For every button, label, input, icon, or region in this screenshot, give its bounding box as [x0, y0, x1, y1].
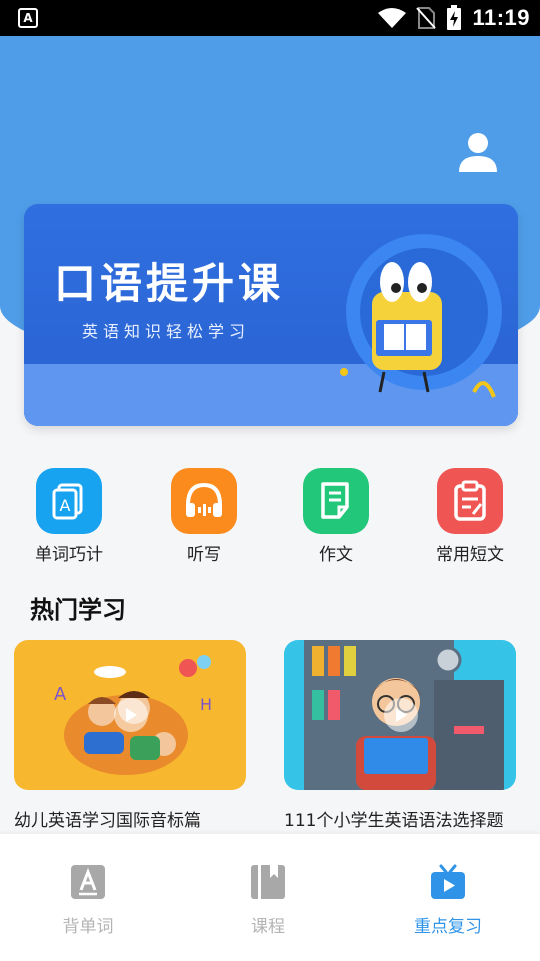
- status-icons: 11:19: [378, 0, 530, 36]
- nav-item-vocabulary[interactable]: 背单词: [28, 864, 148, 937]
- quick-action-composition[interactable]: 作文: [281, 468, 391, 565]
- svg-text:A: A: [60, 496, 71, 515]
- course-thumbnail: A H: [14, 640, 246, 790]
- letter-a-icon: [71, 865, 105, 899]
- status-bar: A 11:19: [0, 0, 540, 36]
- nav-item-review[interactable]: 重点复习: [388, 864, 508, 937]
- play-icon[interactable]: [114, 698, 148, 732]
- bottom-nav: 背单词 课程 重点复习: [0, 834, 540, 961]
- course-title: 111个小学生英语语法选择题: [284, 811, 504, 831]
- wifi-icon: [378, 8, 407, 28]
- quick-action-label: 常用短文: [436, 545, 504, 565]
- nav-label: 背单词: [62, 917, 114, 937]
- svg-text:H: H: [200, 695, 212, 714]
- quick-action-label: 听写: [187, 545, 221, 565]
- course-card[interactable]: 111个小学生英语语法选择题: [284, 640, 516, 831]
- svg-text:A: A: [54, 684, 67, 705]
- clock: 11:19: [472, 5, 530, 30]
- course-thumbnail: [284, 640, 516, 790]
- word-card-icon: A: [36, 468, 102, 534]
- clipboard-icon: [437, 468, 503, 534]
- quick-action-label: 作文: [319, 545, 353, 565]
- nav-item-courses[interactable]: 课程: [208, 864, 328, 937]
- promo-banner[interactable]: 口语提升课 英语知识轻松学习: [24, 204, 518, 426]
- battery-charging-icon: [447, 5, 462, 30]
- banner-subtitle: 英语知识轻松学习: [82, 322, 251, 341]
- quick-actions: A 单词巧计 听写 作文 常用短文: [0, 468, 540, 568]
- app-notification-icon: A: [18, 8, 38, 28]
- section-title: 热门学习: [30, 596, 126, 624]
- quick-action-dictation[interactable]: 听写: [149, 468, 259, 565]
- tv-play-icon: [431, 864, 465, 899]
- quick-action-label: 单词巧计: [35, 545, 103, 565]
- play-icon[interactable]: [384, 698, 418, 732]
- course-card[interactable]: A H 幼儿英语学习国际音标篇: [14, 640, 246, 831]
- book-icon: [251, 865, 285, 899]
- mascot-illustration: [340, 234, 502, 398]
- no-sim-icon: [416, 7, 437, 29]
- nav-label: 课程: [251, 917, 285, 937]
- nav-label: 重点复习: [414, 917, 482, 937]
- course-title: 幼儿英语学习国际音标篇: [14, 811, 201, 831]
- headphones-icon: [171, 468, 237, 534]
- person-icon[interactable]: [456, 130, 500, 174]
- quick-action-word-tips[interactable]: A 单词巧计: [14, 468, 124, 565]
- quick-action-common-essays[interactable]: 常用短文: [415, 468, 525, 565]
- banner-title: 口语提升课: [54, 259, 285, 308]
- document-icon: [303, 468, 369, 534]
